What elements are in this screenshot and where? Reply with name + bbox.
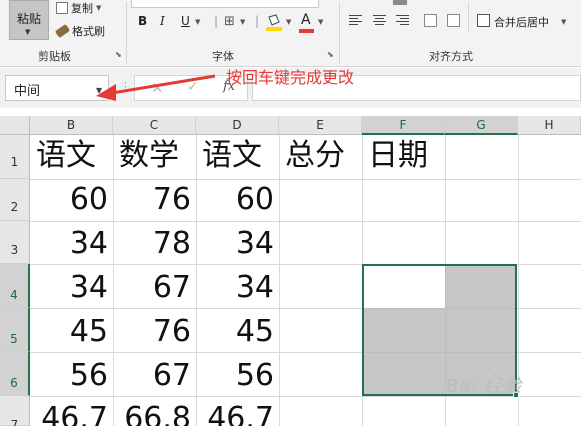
font-group-label: 字体	[212, 50, 234, 63]
group-divider	[126, 2, 127, 64]
cell-b2[interactable]: 60	[30, 185, 108, 215]
paste-label: 粘贴	[17, 12, 42, 26]
cell-c1[interactable]: 数学	[119, 141, 179, 171]
align-left-icon[interactable]	[349, 15, 362, 26]
row-header-2[interactable]: 2	[0, 179, 30, 221]
font-launcher-icon[interactable]: ⬊	[327, 50, 334, 59]
row-header-5[interactable]: 5	[0, 308, 30, 352]
format-painter-button[interactable]: 格式刷	[54, 23, 105, 39]
column-header-h[interactable]: H	[518, 116, 581, 135]
grid-line	[30, 179, 581, 180]
cell-c7[interactable]: 66.8	[113, 404, 191, 426]
cell-c3[interactable]: 78	[113, 229, 191, 259]
alignment-group-label: 对齐方式	[429, 50, 473, 63]
column-header-g[interactable]: G	[445, 116, 518, 135]
column-header-e[interactable]: E	[279, 116, 362, 135]
copy-button[interactable]: 复制 ▼	[56, 0, 101, 16]
row-header-1[interactable]: 1	[0, 135, 30, 179]
italic-button[interactable]: I	[160, 14, 165, 28]
cell-b6[interactable]: 56	[30, 361, 108, 391]
annotation-text: 按回车键完成更改	[226, 68, 355, 87]
clipboard-group-label: 剪贴板	[38, 50, 71, 63]
copy-dropdown-icon: ▼	[96, 4, 102, 12]
cell-d1[interactable]: 语文	[202, 141, 262, 171]
column-header-c[interactable]: C	[113, 116, 196, 135]
row-header-6[interactable]: 6	[0, 352, 30, 396]
cell-d5[interactable]: 45	[196, 317, 274, 347]
font-name-dropdown[interactable]	[131, 0, 319, 8]
fill-color-button[interactable]	[265, 13, 283, 31]
format-painter-label: 格式刷	[72, 25, 105, 38]
watermark-text: Bai 经验	[446, 376, 523, 397]
underline-button[interactable]: U	[181, 14, 190, 28]
name-box[interactable]: 中间	[5, 75, 109, 101]
increase-indent-icon[interactable]	[447, 14, 460, 27]
merge-center-button[interactable]: 合并后居中	[494, 14, 549, 30]
cell-b4[interactable]: 34	[30, 273, 108, 303]
format-painter-icon	[54, 23, 71, 39]
splitter-handle[interactable]: ⋮	[120, 80, 131, 93]
row-header-4[interactable]: 4	[0, 264, 30, 308]
align-right-icon[interactable]	[396, 15, 409, 26]
borders-dropdown-icon[interactable]: ▼	[240, 18, 245, 26]
select-all-corner[interactable]	[0, 116, 30, 135]
align-divider	[468, 2, 469, 32]
cell-d4[interactable]: 34	[196, 273, 274, 303]
cell-e1[interactable]: 总分	[285, 141, 345, 171]
merge-dropdown-icon[interactable]: ▼	[561, 18, 566, 26]
align-center-icon[interactable]	[373, 15, 386, 26]
fill-bucket-icon	[266, 14, 282, 31]
decrease-indent-icon[interactable]	[424, 14, 437, 27]
ribbon: 粘贴 ▼ 复制 ▼ 格式刷 剪贴板 ⬊ B I U ▼ | ⊞ ▼ | ▼ A …	[0, 0, 581, 67]
row-header-3[interactable]: 3	[0, 221, 30, 264]
merge-center-icon[interactable]	[477, 14, 490, 27]
spreadsheet-window: 粘贴 ▼ 复制 ▼ 格式刷 剪贴板 ⬊ B I U ▼ | ⊞ ▼ | ▼ A …	[0, 0, 581, 426]
cell-c4[interactable]: 67	[113, 273, 191, 303]
paste-dropdown-icon[interactable]: ▼	[25, 28, 30, 36]
separator-glyph-2: |	[255, 14, 260, 28]
font-color-letter: A	[301, 12, 311, 28]
font-color-button[interactable]: A	[298, 11, 316, 33]
separator-glyph: |	[214, 14, 219, 28]
cell-d7[interactable]: 46.7	[196, 404, 274, 426]
name-box-dropdown-icon[interactable]: ▼	[96, 86, 102, 95]
clipboard-launcher-icon[interactable]: ⬊	[115, 50, 122, 59]
column-header-d[interactable]: D	[196, 116, 279, 135]
cell-d3[interactable]: 34	[196, 229, 274, 259]
group-divider-2	[339, 2, 340, 64]
cancel-icon[interactable]: ✕	[151, 79, 164, 97]
cell-b7[interactable]: 46.7	[30, 404, 108, 426]
cell-b1[interactable]: 语文	[36, 141, 96, 171]
grid-line	[30, 221, 581, 222]
cell-c6[interactable]: 67	[113, 361, 191, 391]
cell-d6[interactable]: 56	[196, 361, 274, 391]
orientation-indicator	[393, 0, 407, 5]
bold-button[interactable]: B	[138, 14, 147, 28]
font-color-swatch	[299, 29, 314, 33]
borders-icon[interactable]: ⊞	[224, 14, 235, 29]
column-header-f[interactable]: F	[362, 116, 445, 135]
cell-f1[interactable]: 日期	[368, 141, 428, 171]
cell-c5[interactable]: 76	[113, 317, 191, 347]
column-header-b[interactable]: B	[30, 116, 113, 135]
cell-b5[interactable]: 45	[30, 317, 108, 347]
cell-b3[interactable]: 34	[30, 229, 108, 259]
enter-icon[interactable]: ✓	[187, 79, 199, 95]
row-header-7[interactable]: 7	[0, 396, 30, 426]
copy-icon	[56, 2, 68, 14]
font-color-dropdown-icon[interactable]: ▼	[318, 18, 323, 26]
underline-dropdown-icon[interactable]: ▼	[195, 18, 200, 26]
cell-d2[interactable]: 60	[196, 185, 274, 215]
cell-c2[interactable]: 76	[113, 185, 191, 215]
fill-color-dropdown-icon[interactable]: ▼	[286, 18, 291, 26]
copy-label: 复制	[71, 2, 93, 15]
